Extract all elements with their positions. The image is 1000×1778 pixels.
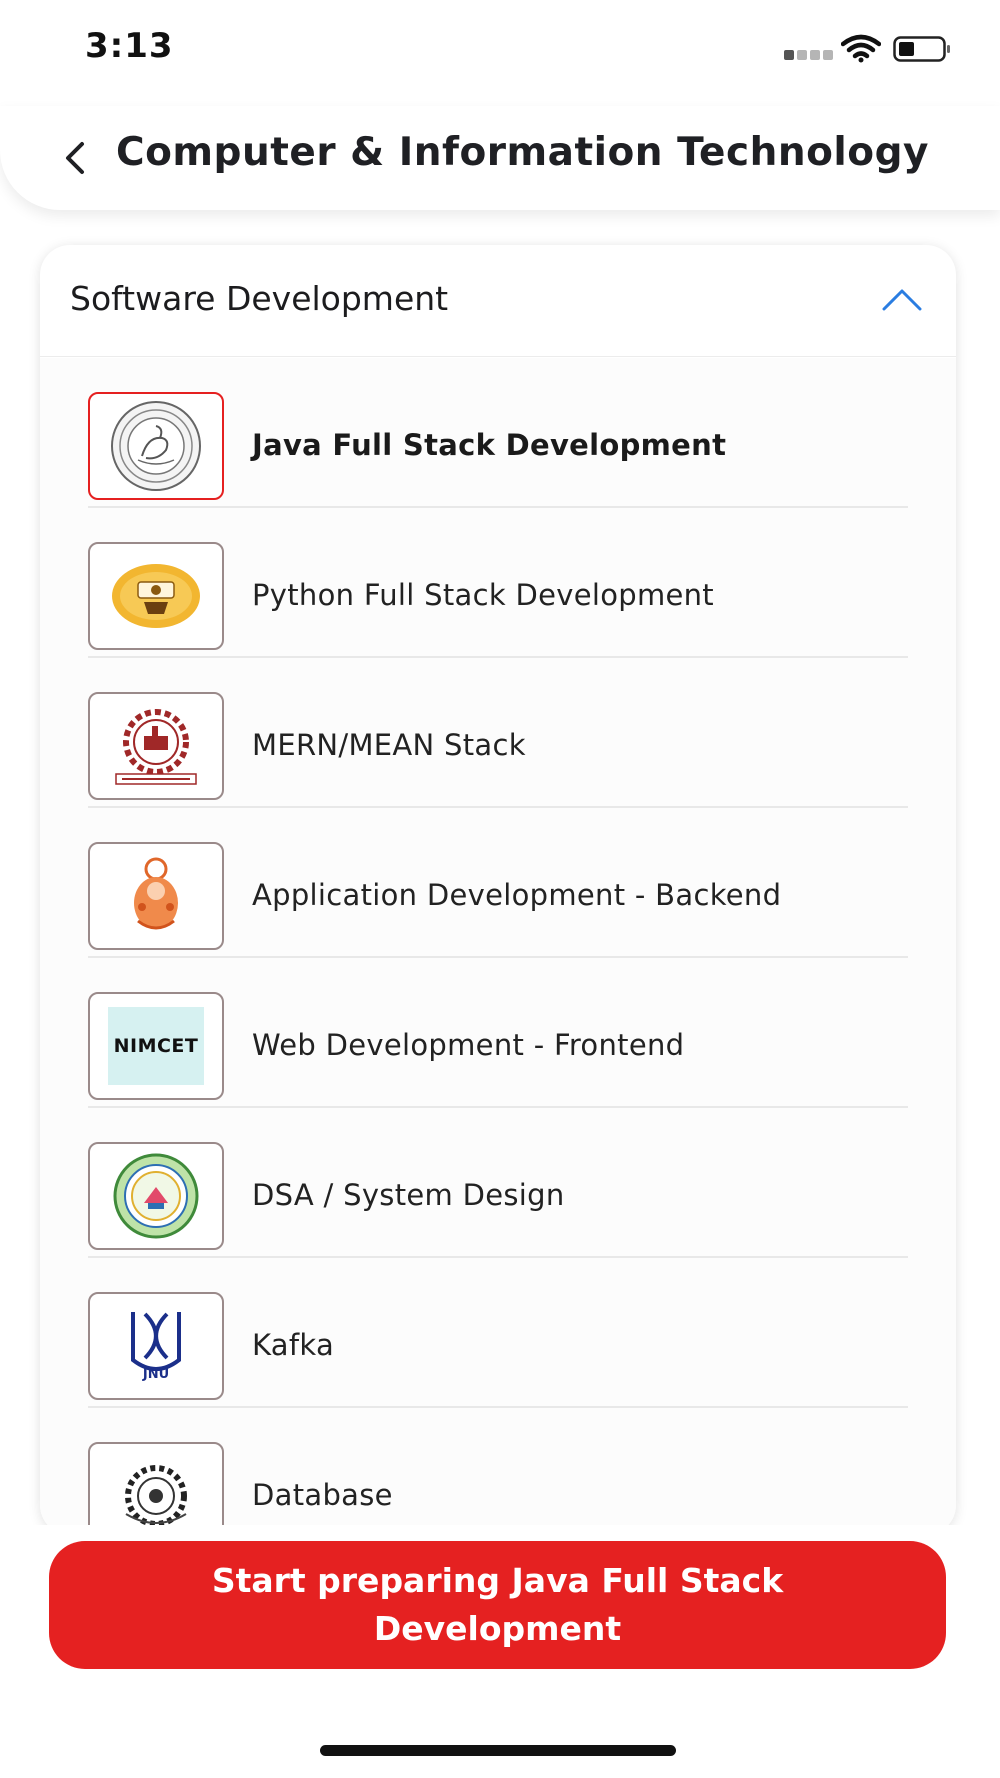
course-label: Kafka xyxy=(252,1328,335,1362)
course-label: DSA / System Design xyxy=(252,1178,565,1212)
course-logo xyxy=(88,392,224,500)
list-item-dsa-system-design[interactable]: DSA / System Design xyxy=(88,1108,908,1258)
course-logo xyxy=(88,692,224,800)
course-logo xyxy=(88,542,224,650)
course-label: Web Development - Frontend xyxy=(252,1028,685,1062)
page-title: Computer & Information Technology xyxy=(116,130,929,175)
course-list: Java Full Stack Development Python Full … xyxy=(40,358,956,1535)
wifi-icon xyxy=(841,34,881,63)
list-item-application-backend[interactable]: Application Development - Backend xyxy=(88,808,908,958)
gear-emblem-logo-icon xyxy=(125,1465,187,1527)
list-item-java-full-stack[interactable]: Java Full Stack Development xyxy=(88,358,908,508)
course-logo xyxy=(88,1442,224,1535)
course-label: MERN/MEAN Stack xyxy=(252,728,526,762)
golden-emblem-logo-icon xyxy=(112,564,200,628)
list-item-python-full-stack[interactable]: Python Full Stack Development xyxy=(88,508,908,658)
jnu-logo-icon: JNU xyxy=(131,1312,181,1382)
orange-deity-logo-icon xyxy=(134,857,178,930)
status-time: 3:13 xyxy=(85,26,174,66)
course-label: Application Development - Backend xyxy=(252,878,782,912)
course-logo xyxy=(88,842,224,950)
section-accordion-header[interactable]: Software Development xyxy=(40,245,956,357)
cellular-signal-icon xyxy=(784,44,840,60)
list-item-database[interactable]: Database xyxy=(88,1408,908,1535)
course-logo xyxy=(88,1142,224,1250)
home-indicator xyxy=(320,1745,676,1756)
battery-icon xyxy=(893,36,950,62)
status-bar: 3:13 xyxy=(0,0,1000,100)
course-label: Database xyxy=(252,1478,393,1512)
list-item-kafka[interactable]: JNU Kafka xyxy=(88,1258,908,1408)
course-label: Java Full Stack Development xyxy=(252,428,727,462)
jnu-logo-text: JNU xyxy=(142,1367,169,1382)
course-logo: NIMCET xyxy=(88,992,224,1100)
nimcet-text-logo: NIMCET xyxy=(108,1007,204,1085)
list-item-web-frontend[interactable]: NIMCET Web Development - Frontend xyxy=(88,958,908,1108)
app-screen: 3:13 Computer & Information Technology S… xyxy=(0,0,1000,1778)
list-item-mern-mean[interactable]: MERN/MEAN Stack xyxy=(88,658,908,808)
back-arrow-icon[interactable] xyxy=(52,134,100,182)
course-label: Python Full Stack Development xyxy=(252,578,714,612)
category-card: Software Development Java Full Stack Dev… xyxy=(40,245,956,1535)
course-logo: JNU xyxy=(88,1292,224,1400)
app-header: Computer & Information Technology xyxy=(0,106,1000,210)
anna-university-gear-logo-icon xyxy=(115,709,197,785)
section-title: Software Development xyxy=(70,279,449,318)
circular-seal-logo-icon xyxy=(111,401,201,491)
chevron-up-icon[interactable] xyxy=(880,285,924,313)
telangana-council-seal-logo-icon xyxy=(113,1153,199,1239)
start-preparing-button[interactable]: Start preparing Java Full Stack Developm… xyxy=(49,1541,946,1669)
